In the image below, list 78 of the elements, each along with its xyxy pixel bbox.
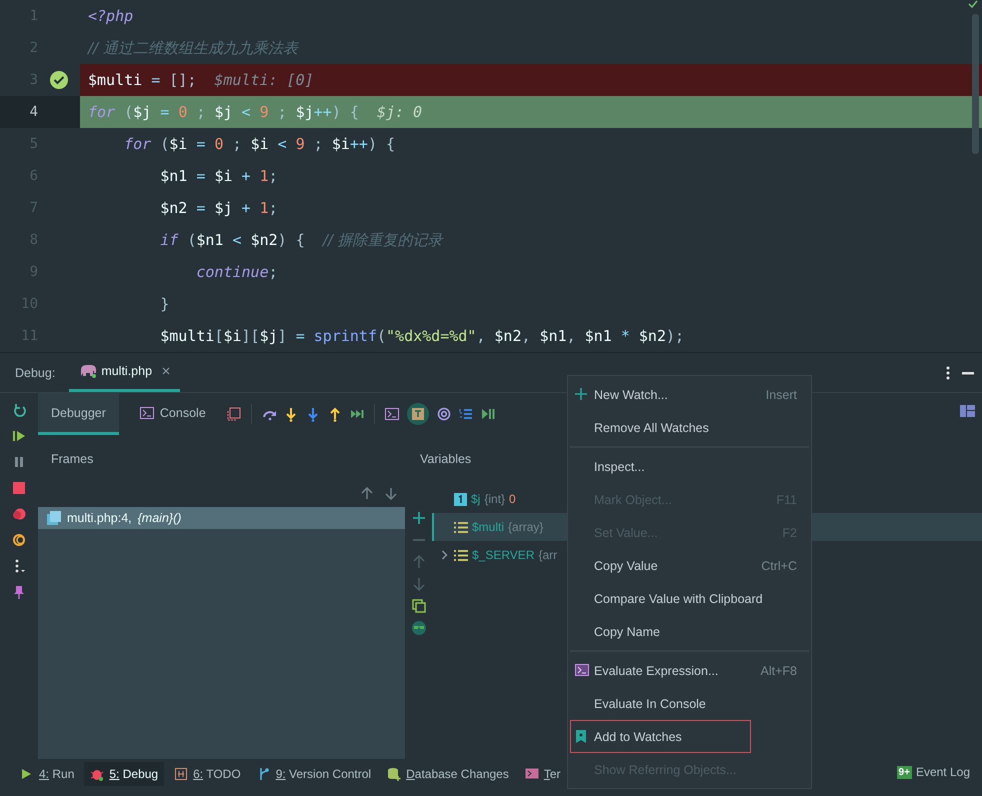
code-token: $j [296, 103, 314, 121]
code-token: if [159, 231, 178, 249]
code-token: , [522, 327, 532, 345]
code-token: 9 [296, 135, 305, 153]
code-token: = [159, 103, 170, 121]
code-token: $i [250, 135, 269, 153]
code-token: ] [278, 327, 287, 345]
code-token: 1 [260, 199, 269, 217]
code-token: $n1 [196, 231, 224, 249]
code-token: $n1 [540, 327, 567, 345]
code-token: $j [214, 199, 232, 217]
code-token: ; [268, 199, 278, 217]
code-token: $i [169, 135, 188, 153]
code-token: $n2 [250, 231, 278, 249]
code-token: ++ [350, 135, 368, 153]
code-token: ) { [368, 135, 396, 153]
code-token: < [240, 103, 252, 121]
line-number: 4 [28, 104, 38, 120]
inline-value-hint: $j: 0 [376, 103, 422, 121]
code-token: + [240, 167, 252, 185]
code-token: $n2 [638, 327, 666, 345]
code-token: ) { [332, 103, 359, 121]
debug-label: Debug: [15, 366, 56, 380]
code-token: 1 [260, 167, 269, 185]
code-token: $multi [159, 327, 214, 345]
code-token: 9 [260, 103, 269, 121]
code-token: < [276, 135, 288, 153]
code-token: ) { [278, 231, 306, 249]
code-token: $n1 [159, 167, 188, 185]
code-token: 0 [214, 135, 224, 153]
code-token: continue [195, 263, 269, 281]
code-token: ( [377, 327, 386, 345]
code-token: ; [276, 103, 288, 121]
code-token: for [88, 103, 116, 121]
code-token: $i [223, 327, 242, 345]
code-token: = [294, 327, 306, 345]
code-token: + [240, 199, 252, 217]
code-token: <?php [88, 7, 134, 25]
code-token: ++ [314, 103, 332, 121]
code-token: ); [666, 327, 684, 345]
code-token: 0 [178, 103, 188, 121]
code-token: ; [231, 135, 243, 153]
code-token: "%dx%d=%d" [386, 327, 476, 345]
code-token: = [195, 135, 206, 153]
code-token: ][ [242, 327, 260, 345]
code-token: $n1 [584, 327, 612, 345]
code-token: = [150, 71, 162, 89]
code-token: , [476, 327, 486, 345]
code-token: ( [159, 135, 170, 153]
code-token: = [195, 199, 206, 217]
code-token: $i [214, 167, 232, 185]
code-token: // 摒除重复的记录 [322, 230, 443, 250]
code-token: * [620, 327, 631, 345]
variables-header: Variables [420, 451, 472, 468]
code-token: ; [195, 103, 206, 121]
code-token: $j [260, 327, 278, 345]
code-token: []; [169, 71, 196, 89]
code-token: < [231, 231, 243, 249]
code-token: // 通过二维数组生成九九乘法表 [88, 38, 298, 58]
frames-header: Frames [50, 451, 94, 468]
code-token: ; [268, 167, 278, 185]
code-token: $i [332, 135, 350, 153]
code-token: ( [186, 231, 196, 249]
code-token: $j [214, 103, 232, 121]
code-token: = [195, 167, 206, 185]
code-token: for [123, 135, 152, 153]
code-token: [ [214, 327, 224, 345]
code-token: $n2 [494, 327, 522, 345]
code-token: ; [312, 135, 324, 153]
code-token: ; [268, 263, 278, 281]
inline-value-hint: $multi: [0] [214, 71, 314, 89]
code-token: $multi [88, 71, 142, 89]
code-token: $n2 [159, 199, 188, 217]
code-token: } [159, 295, 170, 313]
code-token: $j [133, 103, 152, 121]
code-token: sprintf [314, 327, 377, 345]
code-token: ( [123, 103, 134, 121]
code-token: , [566, 327, 577, 345]
